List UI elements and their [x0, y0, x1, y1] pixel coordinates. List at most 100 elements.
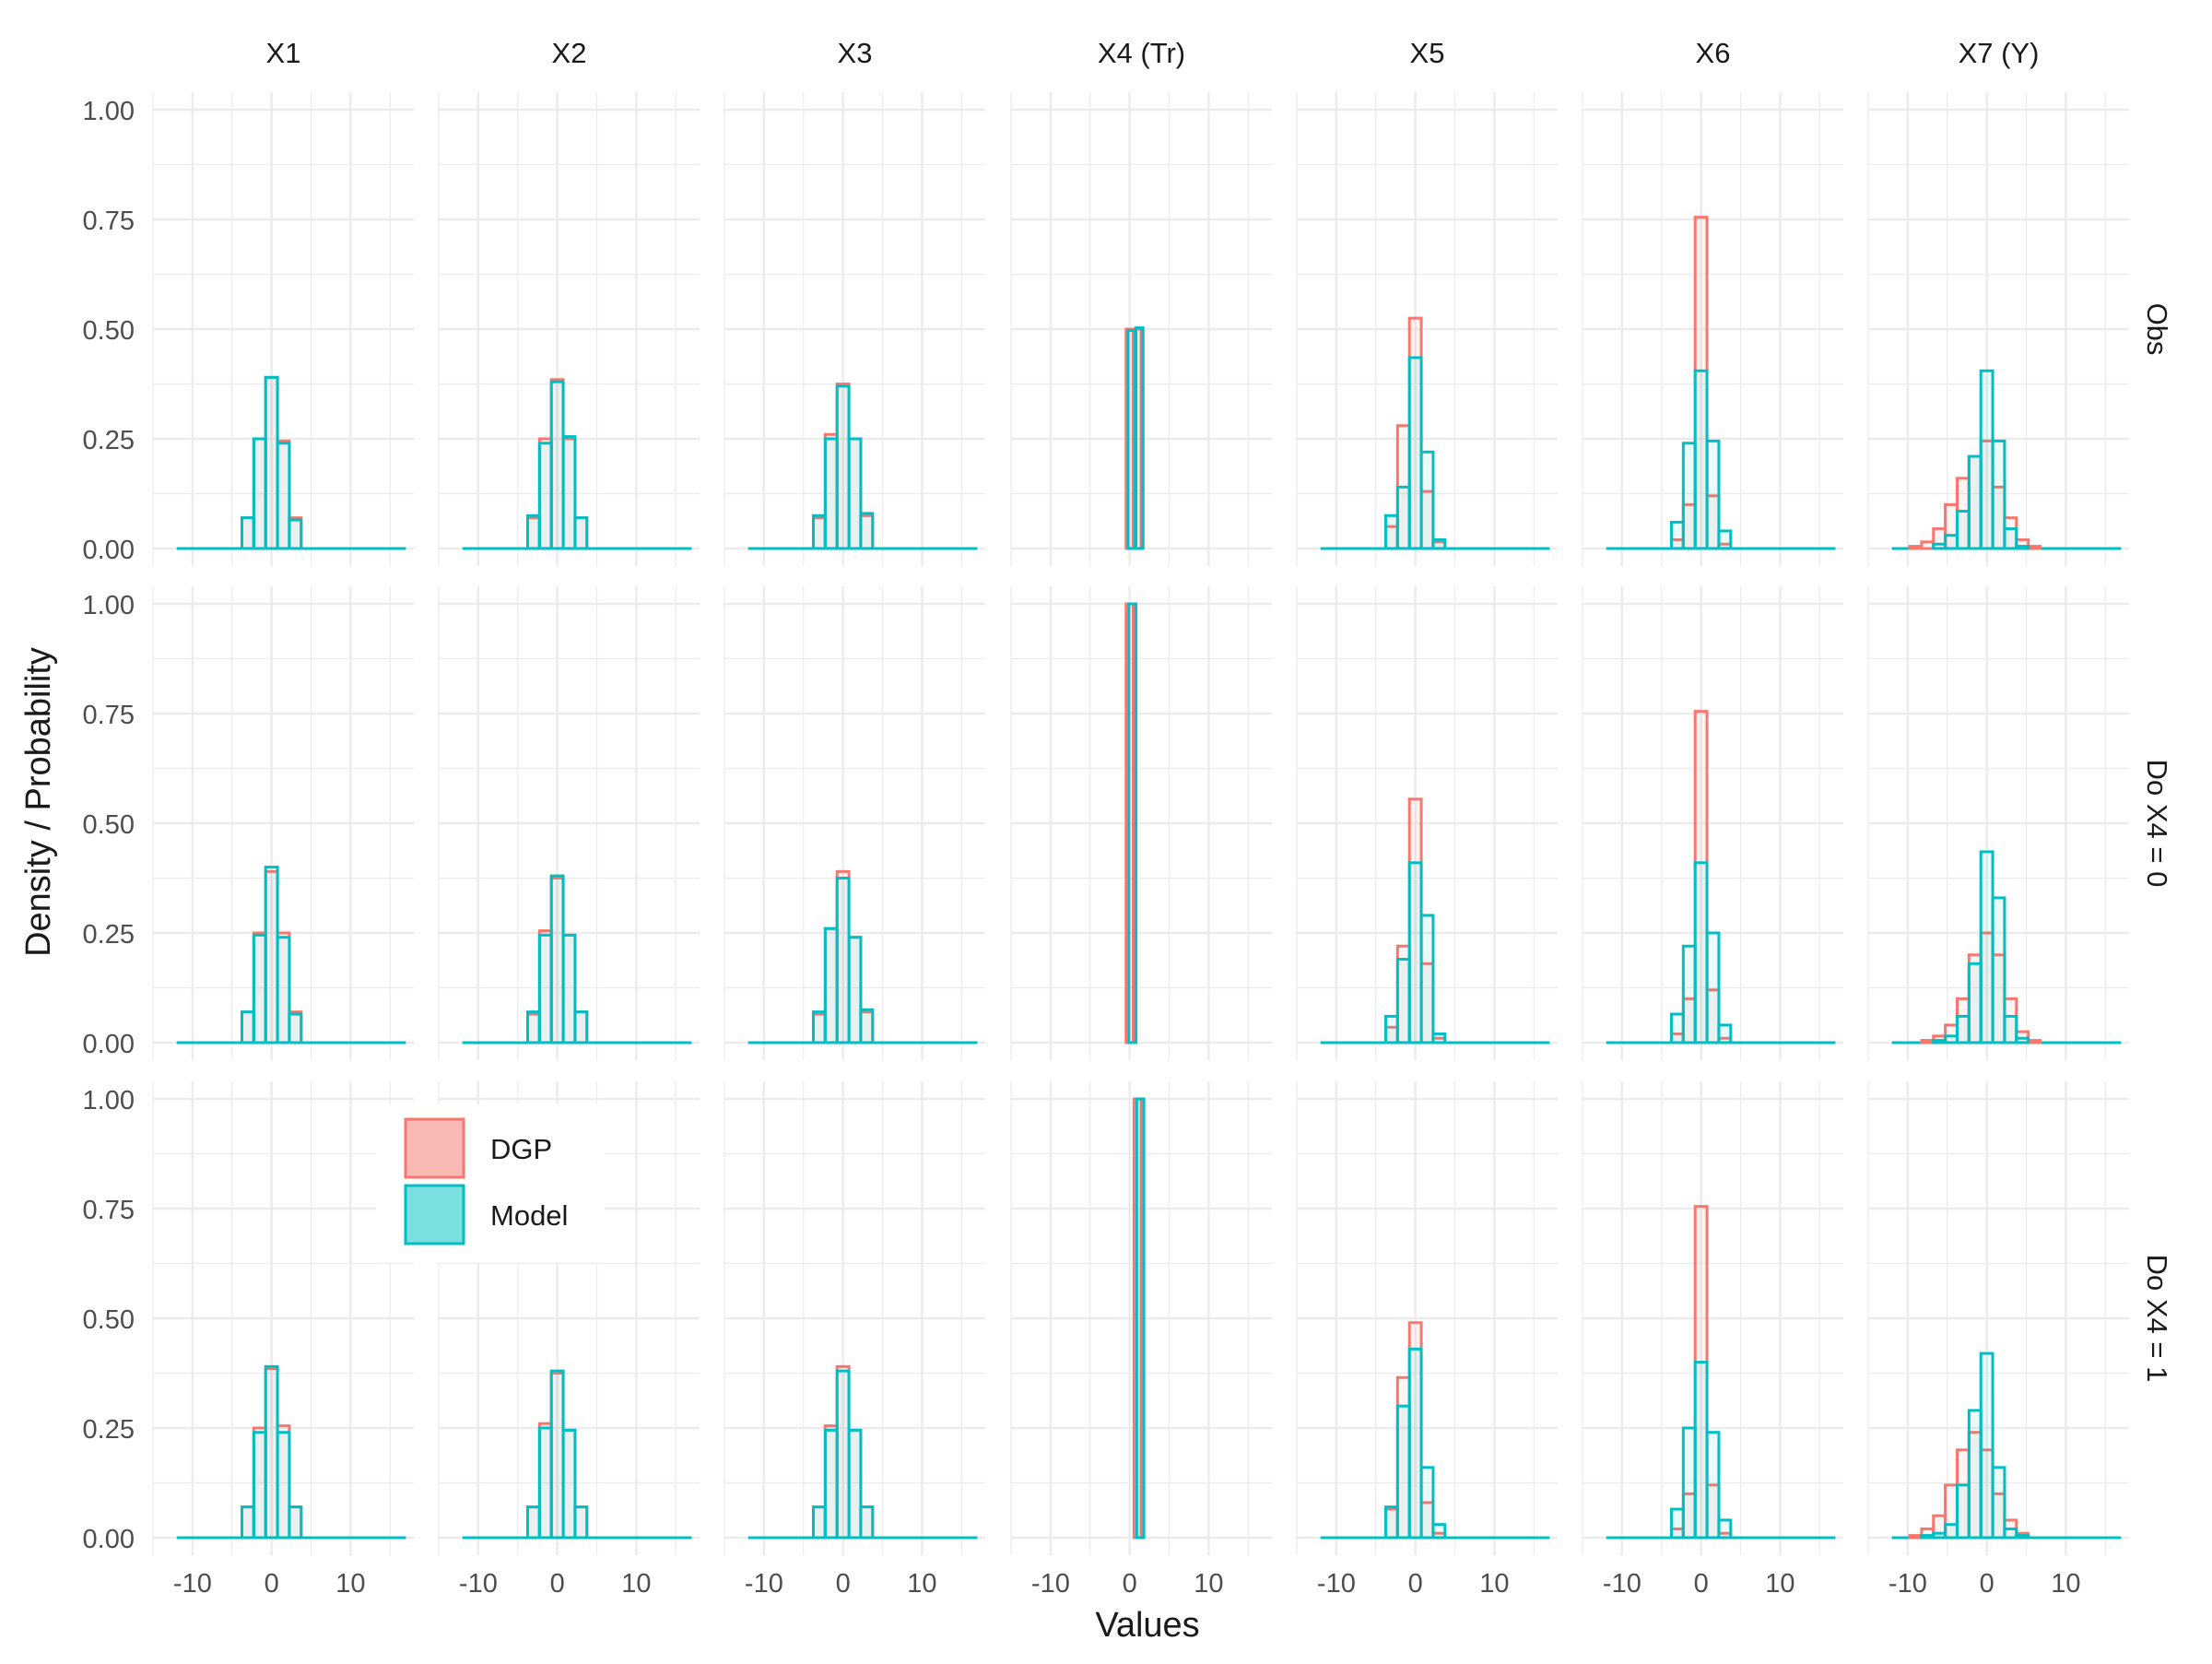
bar-model-panel-do-x4-1-x5: [1407, 1347, 1423, 1540]
y-tick-label: 0.75: [83, 701, 135, 730]
bar-model-panel-obs-x6: [1669, 520, 1685, 550]
bar-model-panel-do-x4-0-x2: [573, 1010, 589, 1044]
x-tick-label: 0: [265, 1569, 279, 1599]
legend-key-model: [404, 1184, 465, 1245]
bar-model-panel-do-x4-0-x5: [1395, 958, 1411, 1044]
bar-model-panel-do-x4-1-x7-y: [1932, 1531, 1947, 1540]
y-axis-title: Density / Probability: [19, 647, 58, 957]
bar-model-panel-obs-x7-y: [1991, 439, 2006, 550]
column-label-x4-tr: X4 (Tr): [1098, 37, 1185, 69]
bar-model-panel-do-x4-0-x5: [1431, 1032, 1447, 1044]
panel-do-x4-1-x2: [462, 1369, 692, 1540]
x-tick-label: 10: [621, 1569, 651, 1599]
bar-model-panel-obs-x2: [573, 516, 589, 550]
y-tick-label: 0.50: [83, 810, 135, 840]
bar-model-panel-do-x4-0-x2: [537, 933, 553, 1044]
bar-model-panel-do-x4-0-x7-y: [2003, 1014, 2018, 1044]
bar-model-panel-obs-x7-y: [1944, 534, 1959, 550]
bar-model-panel-do-x4-0-x7-y: [2015, 1036, 2030, 1044]
bar-model-panel-obs-x2: [561, 435, 577, 550]
bar-model-panel-do-x4-1-x1: [276, 1431, 291, 1540]
legend-key-dgp: [404, 1117, 465, 1179]
y-tick-label: 1.00: [83, 97, 135, 126]
panel-obs-x1: [176, 375, 406, 550]
bar-model-panel-obs-x3: [859, 512, 875, 550]
bar-model-panel-do-x4-1-x5: [1383, 1505, 1399, 1540]
bar-model-panel-do-x4-0-x7-y: [1944, 1034, 1959, 1044]
bar-model-panel-do-x4-1-x2: [537, 1426, 553, 1540]
column-label-x2: X2: [552, 37, 587, 69]
x-tick-label: 10: [335, 1569, 365, 1599]
bar-model-panel-do-x4-0-x7-y: [1967, 962, 1983, 1044]
bar-model-panel-do-x4-0-x3: [823, 926, 839, 1044]
column-label-x3: X3: [838, 37, 873, 69]
bar-model-panel-do-x4-0-x1: [240, 1010, 255, 1044]
x-tick-label: 10: [2051, 1569, 2080, 1599]
bar-model-panel-do-x4-1-x7-y: [2003, 1527, 2018, 1540]
bar-model-panel-do-x4-1-x1: [288, 1505, 303, 1540]
panel-obs-x2: [462, 378, 692, 550]
bar-model-panel-obs-x6: [1681, 442, 1697, 550]
bar-model-panel-obs-x5: [1383, 513, 1399, 550]
chart-svg: X1 X2 X3 X4 (Tr) X5 X6 X7 (Y) Obs Do X4 = 0 Do X4…: [19, 37, 2173, 1645]
y-tick-label: 0.00: [83, 536, 135, 565]
bar-model-panel-obs-x4-tr: [1134, 326, 1145, 550]
bar-model-panel-do-x4-0-x3: [859, 1008, 875, 1044]
bar-model-panel-do-x4-1-x3: [847, 1428, 863, 1540]
panel-do-x4-1-x4-tr: [1132, 1097, 1146, 1540]
bar-model-panel-do-x4-0-x1: [252, 933, 267, 1044]
panel-do-x4-0-x7-y: [1891, 850, 2122, 1044]
column-label-x6: X6: [1696, 37, 1731, 69]
bar-model-panel-do-x4-0-x6: [1693, 861, 1709, 1044]
panel-do-x4-0-x2: [462, 874, 692, 1044]
bar-model-panel-do-x4-1-x3: [859, 1505, 875, 1540]
legend-label-model: Model: [490, 1199, 568, 1232]
bar-model-panel-do-x4-1-x2: [573, 1505, 589, 1540]
bar-model-panel-obs-x6: [1693, 369, 1709, 550]
row-label-do-x4-1: Do X4 = 1: [2141, 1255, 2173, 1383]
y-tick-label: 1.00: [83, 1086, 135, 1115]
bar-model-panel-do-x4-1-x4-tr: [1135, 1097, 1146, 1540]
bar-model-panel-do-x4-0-x7-y: [1955, 1014, 1971, 1044]
x-axis-title: Values: [1095, 1606, 1199, 1645]
column-label-x7-y: X7 (Y): [1959, 37, 2040, 69]
bar-model-panel-do-x4-0-x5: [1383, 1014, 1399, 1044]
panel-obs-x6: [1606, 216, 1836, 550]
bar-model-panel-obs-x6: [1717, 529, 1733, 550]
bar-model-panel-do-x4-1-x7-y: [1991, 1466, 2006, 1540]
bar-dgp-panel-do-x4-0-x7-y: [2027, 1039, 2042, 1044]
bar-model-panel-obs-x1: [264, 375, 279, 550]
y-tick-label: 0.25: [83, 920, 135, 950]
x-tick-label: 10: [1479, 1569, 1509, 1599]
bar-model-panel-obs-x4-tr: [1126, 328, 1137, 550]
panel-do-x4-0-x6: [1606, 710, 1836, 1044]
bar-model-panel-do-x4-1-x6: [1693, 1361, 1709, 1540]
bar-model-panel-do-x4-0-x7-y: [1991, 896, 2006, 1044]
bar-model-panel-do-x4-0-x6: [1669, 1012, 1685, 1044]
y-tick-label: 0.50: [83, 316, 135, 346]
panel-do-x4-0-x1: [176, 866, 406, 1044]
bar-model-panel-obs-x7-y: [1967, 454, 1983, 550]
bar-model-panel-obs-x7-y: [1955, 510, 1971, 550]
bar-model-panel-obs-x3: [811, 513, 827, 550]
bar-model-panel-obs-x5: [1419, 450, 1435, 550]
bar-model-panel-obs-x6: [1705, 439, 1721, 550]
panel-do-x4-1-x3: [747, 1364, 978, 1540]
bar-model-panel-do-x4-0-x1: [276, 936, 291, 1044]
y-tick-label: 0.75: [83, 207, 135, 236]
bar-model-panel-obs-x7-y: [1932, 542, 1947, 550]
panel-do-x4-0-x4-tr: [1124, 602, 1137, 1044]
bar-model-panel-obs-x1: [288, 518, 303, 550]
bar-model-panel-do-x4-1-x6: [1669, 1507, 1685, 1540]
y-tick-label: 0.50: [83, 1305, 135, 1335]
panel-do-x4-0-x4-tr-grid: [1010, 586, 1272, 1060]
bar-model-panel-do-x4-0-x4-tr: [1127, 602, 1137, 1044]
bar-model-panel-obs-x5: [1395, 485, 1411, 550]
bar-model-panel-do-x4-1-x7-y: [2015, 1534, 2030, 1540]
bar-model-panel-obs-x3: [823, 437, 839, 550]
bar-model-panel-do-x4-1-x2: [525, 1505, 541, 1540]
bar-model-panel-do-x4-1-x1: [264, 1364, 279, 1540]
bar-model-panel-do-x4-1-x5: [1431, 1523, 1447, 1540]
bar-model-panel-do-x4-1-x7-y: [1955, 1483, 1971, 1540]
panel-obs-x7-y: [1891, 369, 2122, 550]
